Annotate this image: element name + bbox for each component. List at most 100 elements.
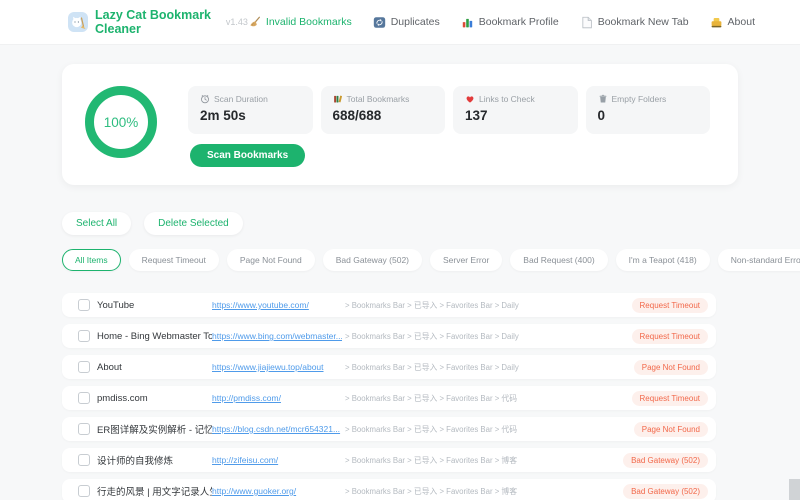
status-badge: Page Not Found [633,359,708,375]
filter-bad-gateway-502[interactable]: Bad Gateway (502) [322,249,422,271]
bookmark-row: ER图详解及实例解析 - 记忆碎片的...https://blog.csdn.n… [62,417,716,441]
filter-all-items[interactable]: All Items [62,249,121,271]
bookmark-title: YouTube [97,299,135,311]
stat-value: 688/688 [332,108,382,123]
scrollbar-thumb[interactable] [789,479,800,500]
stat-label: Links to Check [479,94,535,104]
status-badge: Bad Gateway (502) [623,452,708,468]
bookmark-row: 行走的风景 | 用文字记录人生的风景http://www.guoker.org/… [62,479,716,500]
bookmark-row: Home - Bing Webmaster Toolshttps://www.b… [62,324,716,348]
duplicates-icon [373,16,386,29]
row-checkbox[interactable] [78,454,90,466]
bookmark-link[interactable]: http://www.guoker.org/ [212,486,342,496]
clock-icon [200,94,210,104]
brand: Lazy Cat Bookmark Cleaner v1.43 [68,8,248,36]
nav-item-bookmark-profile[interactable]: Bookmark Profile [461,16,559,29]
bookmark-title: ER图详解及实例解析 - 记忆碎片的... [97,425,212,436]
stat-label: Scan Duration [214,94,268,104]
stat-value: 2m 50s [200,108,246,123]
filter-request-timeout[interactable]: Request Timeout [128,249,219,271]
stat-label-row: Empty Folders [598,94,699,104]
main-nav: Invalid Bookmarks Duplicates Bookmark Prof… [248,16,755,29]
bar-chart-icon [461,16,474,29]
app-title: Lazy Cat Bookmark Cleaner [95,8,212,36]
filter-bad-request-400[interactable]: Bad Request (400) [510,249,608,271]
stat-label: Total Bookmarks [346,94,410,104]
filter-page-not-found[interactable]: Page Not Found [226,249,315,271]
about-icon [710,16,723,29]
stat-box-scan-duration: Scan Duration 2m 50s [188,86,313,134]
stat-box-empty-folders: Empty Folders 0 [585,86,710,134]
row-checkbox[interactable] [78,361,90,373]
row-checkbox[interactable] [78,485,90,497]
bookmark-link[interactable]: https://www.youtube.com/ [212,300,342,310]
bookmark-link[interactable]: https://blog.csdn.net/mcr654321... [212,424,342,434]
bookmark-row: YouTube https://www.youtube.com/> Bookmar… [62,293,716,317]
heart-icon [465,94,475,104]
filter-server-error[interactable]: Server Error [430,249,503,271]
status-badge: Request Timeout [631,390,708,406]
stat-label-row: Total Bookmarks [333,94,434,104]
bookmark-path: > Bookmarks Bar > 已导入 > Favorites Bar > … [345,300,519,310]
row-checkbox[interactable] [78,330,90,342]
nav-item-label: About [727,16,755,28]
status-badge: Page Not Found [633,421,708,437]
scan-summary-card: 100% Scan Duration 2m 50s Total Bookmarks 6… [62,64,738,185]
nav-item-label: Bookmark New Tab [597,16,689,28]
trash-icon [598,94,608,104]
bookmark-row: pmdiss.com http://pmdiss.com/> Bookmarks … [62,386,716,410]
bookmark-title: 行走的风景 | 用文字记录人生的风景 [97,487,212,498]
delete-selected-button[interactable]: Delete Selected [144,212,243,235]
cat-broom-logo-icon [68,12,88,32]
bookmark-path: > Bookmarks Bar > 已导入 > Favorites Bar > … [345,331,519,341]
scan-bookmarks-button[interactable]: Scan Bookmarks [190,144,306,167]
stat-value: 137 [465,108,488,123]
app-header: Lazy Cat Bookmark Cleaner v1.43 Invalid … [0,0,800,45]
nav-item-label: Bookmark Profile [478,16,559,28]
bookmark-link[interactable]: https://www.jiajiewu.top/about [212,362,342,372]
scan-progress-value: 100% [103,114,139,130]
bookmark-link[interactable]: http://zifeisu.com/ [212,455,342,465]
stat-label: Empty Folders [611,94,667,104]
broom-icon [248,16,261,29]
nav-item-bookmark-new-tab[interactable]: Bookmark New Tab [580,16,689,29]
bookmark-row: 设计师的自我修炼 http://zifeisu.com/> Bookmarks B… [62,448,716,472]
scan-progress-circle: 100% [85,86,157,158]
status-badge: Request Timeout [631,328,708,344]
filter-non-standard-error-468[interactable]: Non-standard Error (468) [717,249,800,271]
nav-item-label: Invalid Bookmarks [265,16,352,28]
bookmark-title: Home - Bing Webmaster Tools [97,330,212,342]
row-checkbox[interactable] [78,392,90,404]
stat-label-row: Scan Duration [200,94,301,104]
nav-item-invalid-bookmarks[interactable]: Invalid Bookmarks [248,16,352,29]
stat-label-row: Links to Check [465,94,566,104]
filter-i-m-a-teapot-418[interactable]: I'm a Teapot (418) [615,249,710,271]
select-all-button[interactable]: Select All [62,212,132,235]
new-tab-icon [580,16,593,29]
bookmark-list: YouTube https://www.youtube.com/> Bookmar… [62,293,716,500]
status-badge: Bad Gateway (502) [623,483,708,499]
stat-box-links-to-check: Links to Check 137 [453,86,578,134]
summary-right: Scan Duration 2m 50s Total Bookmarks 688/68… [188,86,710,185]
row-checkbox[interactable] [78,299,90,311]
row-checkbox[interactable] [78,423,90,435]
bookmark-link[interactable]: https://www.bing.com/webmaster... [212,331,342,341]
status-badge: Request Timeout [631,297,708,313]
status-filter-bar: All Items Request Timeout Page Not Found Ba… [62,249,800,271]
bookmark-path: > Bookmarks Bar > 已导入 > Favorites Bar > … [345,486,518,496]
bookmark-link[interactable]: http://pmdiss.com/ [212,393,342,403]
bulk-actions: Select All Delete Selected [62,212,738,235]
main-content: 100% Scan Duration 2m 50s Total Bookmarks 6… [62,64,800,500]
app-version: v1.43 [225,17,248,27]
stats-row: Scan Duration 2m 50s Total Bookmarks 688/68… [188,86,710,134]
bookmark-path: > Bookmarks Bar > 已导入 > Favorites Bar > … [345,393,518,403]
bookmark-path: > Bookmarks Bar > 已导入 > Favorites Bar > … [345,362,519,372]
bookmark-title: About [97,361,122,373]
nav-item-about[interactable]: About [710,16,755,29]
bookmark-path: > Bookmarks Bar > 已导入 > Favorites Bar > … [345,455,518,465]
bookmark-title: 设计师的自我修炼 [97,456,174,467]
bookmark-row: About https://www.jiajiewu.top/about > Boo… [62,355,716,379]
books-icon [333,94,343,104]
nav-item-duplicates[interactable]: Duplicates [373,16,440,29]
stat-value: 0 [597,108,606,123]
